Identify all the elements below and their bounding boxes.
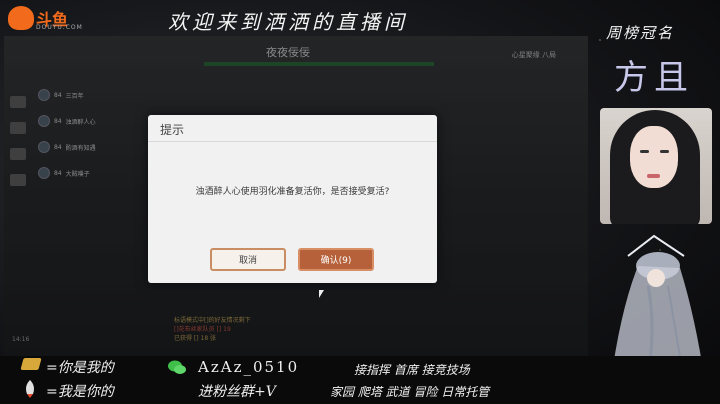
lips bbox=[647, 174, 660, 178]
streamer-face bbox=[630, 126, 678, 188]
logo-domain: DOUYU.COM bbox=[36, 24, 83, 31]
gift-caption-1: =你是我的 bbox=[46, 360, 114, 376]
dialog-header: 提示 bbox=[148, 115, 437, 142]
confirm-button[interactable]: 确认(9) bbox=[298, 248, 374, 271]
eye bbox=[660, 150, 669, 153]
wechat-icon bbox=[168, 360, 186, 374]
revive-dialog: 提示 浊酒醉人心使用羽化准备复活你，是否接受复活? 取消 确认(9) bbox=[148, 115, 437, 283]
services-line-1: 接指挥 首席 接竞技场 bbox=[354, 363, 470, 377]
mouse-cursor-icon bbox=[319, 290, 324, 298]
dialog-message: 浊酒醉人心使用羽化准备复活你，是否接受复活? bbox=[195, 187, 390, 197]
rocket-icon bbox=[26, 380, 34, 398]
webcam-feed bbox=[600, 108, 712, 224]
dialog-title: 提示 bbox=[160, 123, 185, 137]
fan-group-text: 进粉丝群+V bbox=[198, 384, 276, 400]
gift-caption-2: =我是你的 bbox=[46, 384, 114, 400]
eye bbox=[640, 150, 649, 153]
douyu-logo: 斗鱼 DOUYU.COM bbox=[8, 4, 82, 34]
fish-icon bbox=[8, 6, 34, 30]
champion-name: 方且 bbox=[614, 58, 694, 98]
stream-welcome-title: 欢迎来到洒洒的直播间 bbox=[168, 10, 408, 34]
gold-bar-icon bbox=[20, 358, 42, 370]
wechat-id: AzAz_0510 bbox=[198, 358, 300, 376]
weekly-rank-title: 周榜冠名 bbox=[606, 24, 675, 42]
cancel-button[interactable]: 取消 bbox=[210, 248, 286, 271]
services-line-2: 家园 爬塔 武道 冒险 日常托管 bbox=[330, 385, 490, 399]
